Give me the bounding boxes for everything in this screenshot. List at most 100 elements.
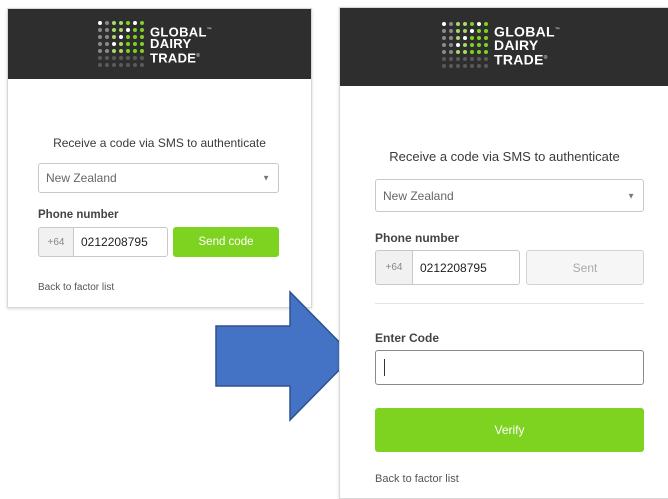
logo-dot	[105, 35, 109, 39]
logo-dot	[449, 57, 453, 61]
logo-dot	[484, 50, 488, 54]
logo-dot	[449, 43, 453, 47]
country-code-prefix: +64	[38, 227, 73, 257]
logo-dot	[456, 22, 460, 26]
logo-dot	[98, 42, 102, 46]
logo-dot	[126, 63, 130, 67]
logo-dot	[98, 35, 102, 39]
logo-dot	[477, 50, 481, 54]
logo-dot	[477, 29, 481, 33]
logo-dot	[463, 50, 467, 54]
logo-dot	[470, 43, 474, 47]
logo-dot	[98, 28, 102, 32]
logo-dot	[140, 42, 144, 46]
logo-dot	[470, 64, 474, 68]
logo-dot	[105, 63, 109, 67]
logo-dot	[456, 57, 460, 61]
logo-dot	[456, 50, 460, 54]
country-select[interactable]: New Zealand ▼	[375, 179, 644, 212]
logo-dot	[477, 57, 481, 61]
logo-dot	[119, 35, 123, 39]
logo-dot	[477, 64, 481, 68]
logo-dot	[477, 43, 481, 47]
phone-number-input[interactable]: 0212208795	[73, 227, 168, 257]
logo-dot	[112, 49, 116, 53]
logo-dot	[449, 36, 453, 40]
country-select-value: New Zealand	[46, 171, 117, 185]
logo-dot	[112, 56, 116, 60]
logo-dot	[133, 28, 137, 32]
logo-dot	[105, 56, 109, 60]
divider	[375, 303, 644, 304]
logo-dot	[484, 57, 488, 61]
logo-dot	[484, 29, 488, 33]
back-to-factor-list-link[interactable]: Back to factor list	[375, 473, 459, 485]
logo-dot	[119, 56, 123, 60]
logo-dot	[463, 36, 467, 40]
logo-dot	[484, 22, 488, 26]
logo-dot	[442, 43, 446, 47]
logo-dot	[470, 57, 474, 61]
sent-button[interactable]: Sent	[526, 250, 644, 285]
logo-dot-grid-icon	[98, 21, 144, 67]
brand-header: GLOBAL™ DAIRY TRADE®	[8, 9, 311, 79]
logo-dot	[133, 63, 137, 67]
logo-dot	[456, 64, 460, 68]
logo-dot	[463, 29, 467, 33]
logo-dot	[112, 63, 116, 67]
logo-dot	[456, 29, 460, 33]
logo-dot	[112, 35, 116, 39]
logo-dot	[484, 43, 488, 47]
logo-dot	[119, 21, 123, 25]
logo-dot	[98, 49, 102, 53]
gdt-logo: GLOBAL™ DAIRY TRADE®	[442, 22, 560, 68]
gdt-logo: GLOBAL™ DAIRY TRADE®	[98, 21, 212, 67]
logo-dot	[484, 36, 488, 40]
logo-dot	[456, 36, 460, 40]
enter-code-label: Enter Code	[375, 331, 440, 345]
logo-dot	[470, 36, 474, 40]
text-cursor	[384, 359, 385, 376]
logo-dot	[98, 56, 102, 60]
logo-dot	[484, 64, 488, 68]
logo-dot	[442, 64, 446, 68]
country-code-prefix: +64	[375, 250, 412, 285]
logo-dot	[119, 28, 123, 32]
logo-dot	[126, 28, 130, 32]
verification-code-input[interactable]	[375, 350, 644, 385]
logo-dot	[140, 28, 144, 32]
logo-dot	[449, 22, 453, 26]
logo-dot	[98, 63, 102, 67]
logo-dot	[140, 56, 144, 60]
logo-dot	[463, 22, 467, 26]
logo-dot	[112, 28, 116, 32]
logo-dot	[126, 42, 130, 46]
logo-dot	[442, 36, 446, 40]
logo-dot	[126, 49, 130, 53]
logo-dot	[133, 56, 137, 60]
phone-number-label: Phone number	[375, 231, 460, 245]
logo-dot	[126, 56, 130, 60]
country-select[interactable]: New Zealand ▼	[38, 163, 279, 193]
back-to-factor-list-link[interactable]: Back to factor list	[38, 282, 114, 293]
logo-dot	[470, 29, 474, 33]
logo-dot	[140, 35, 144, 39]
logo-dot	[133, 42, 137, 46]
logo-dot	[442, 57, 446, 61]
verify-button[interactable]: Verify	[375, 408, 644, 452]
logo-dot	[119, 63, 123, 67]
logo-dot	[470, 22, 474, 26]
logo-dot	[98, 21, 102, 25]
brand-header: GLOBAL™ DAIRY TRADE®	[340, 8, 668, 86]
logo-dot	[463, 64, 467, 68]
transition-arrow	[215, 290, 355, 422]
phone-number-input[interactable]: 0212208795	[412, 250, 520, 285]
logo-dot	[112, 21, 116, 25]
logo-dot	[442, 50, 446, 54]
send-code-button[interactable]: Send code	[173, 227, 279, 257]
logo-dot	[105, 28, 109, 32]
logo-dot	[140, 63, 144, 67]
logo-dot	[140, 49, 144, 53]
logo-dot-grid-icon	[442, 22, 488, 68]
logo-dot	[140, 21, 144, 25]
